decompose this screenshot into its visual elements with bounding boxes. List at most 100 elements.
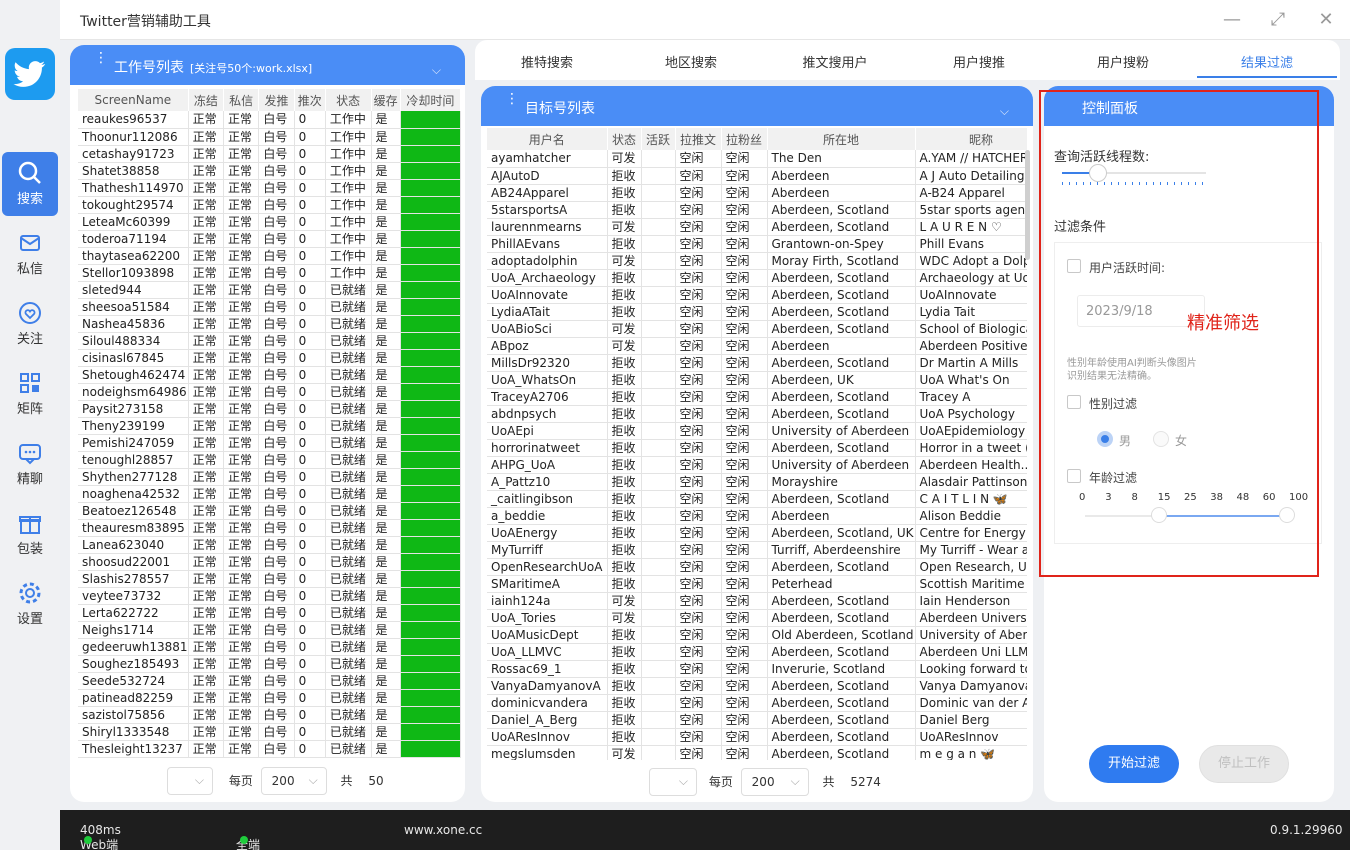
site-link[interactable]: www.xone.cc	[404, 823, 482, 837]
scrollbar-thumb[interactable]	[1025, 150, 1030, 260]
column-header[interactable]: 推次	[294, 89, 326, 111]
table-row[interactable]: Lerta622722 正常 正常 白号 0 已就绪是	[78, 604, 461, 622]
table-row[interactable]: Stellor1093898 正常 正常 白号 0 工作中是	[78, 264, 461, 282]
chevron-down-icon[interactable]: ⌵	[1000, 104, 1009, 119]
table-row[interactable]: Shiryl1333548 正常 正常 白号 0 已就绪是	[78, 723, 461, 741]
nav-search[interactable]: 搜索	[2, 152, 58, 216]
column-header[interactable]: 冻结	[188, 89, 225, 111]
tab-1[interactable]: 推特搜索	[477, 52, 617, 71]
table-row[interactable]: Slashis278557 正常 正常 白号 0 已就绪是	[78, 570, 461, 588]
table-row[interactable]: UoA_Tories 可发 空闲 空闲 Aberdeen, Scotland Aberde…	[487, 609, 1027, 627]
stop-work-button[interactable]: 停止工作	[1199, 745, 1289, 783]
column-header[interactable]: 发推	[258, 89, 295, 111]
table-row[interactable]: veytee73732 正常 正常 白号 0 已就绪是	[78, 587, 461, 605]
per-page-select[interactable]: 200 ⌵	[740, 768, 809, 796]
table-row[interactable]: PhillAEvans 拒收 空闲 空闲 Grantown-on-Spey Phill E…	[487, 235, 1027, 253]
table-row[interactable]: sheesoa51584 正常 正常 白号 0 已就绪是	[78, 298, 461, 316]
tab-3[interactable]: 推文搜用户	[765, 52, 905, 71]
table-row[interactable]: LeteaMc60399 正常 正常 白号 0 工作中是	[78, 213, 461, 231]
table-row[interactable]: AJAutoD 拒收 空闲 空闲 Aberdeen A J Auto Detailing	[487, 167, 1027, 185]
table-row[interactable]: patinead82259 正常 正常 白号 0 已就绪是	[78, 689, 461, 707]
table-row[interactable]: UoA_Archaeology 拒收 空闲 空闲 Aberdeen, Scotland A…	[487, 269, 1027, 287]
drag-handle-icon[interactable]: ⋮	[505, 92, 519, 106]
table-row[interactable]: toderoa71194 正常 正常 白号 0 工作中是	[78, 230, 461, 248]
table-row[interactable]: Siloul488334 正常 正常 白号 0 已就绪是	[78, 332, 461, 350]
table-row[interactable]: megslumsden 可发 空闲 空闲 Aberdeen, Scotland m e g…	[487, 745, 1027, 760]
table-row[interactable]: nodeighsm64986 正常 正常 白号 0 已就绪是	[78, 383, 461, 401]
table-row[interactable]: 5starsportsA 拒收 空闲 空闲 Aberdeen, Scotland 5sta…	[487, 201, 1027, 219]
nav-matrix[interactable]: 矩阵	[2, 362, 58, 426]
table-row[interactable]: abdnpsych 拒收 空闲 空闲 Aberdeen, Scotland UoA Psy…	[487, 405, 1027, 423]
nav-package[interactable]: 包装	[2, 502, 58, 566]
table-row[interactable]: Rossac69_1 拒收 空闲 空闲 Inverurie, Scotland Looki…	[487, 660, 1027, 678]
table-row[interactable]: Soughez185493 正常 正常 白号 0 已就绪是	[78, 655, 461, 673]
table-row[interactable]: Nashea45836 正常 正常 白号 0 已就绪是	[78, 315, 461, 333]
column-header[interactable]: 活跃	[641, 128, 676, 150]
table-row[interactable]: tokought29574 正常 正常 白号 0 工作中是	[78, 196, 461, 214]
table-row[interactable]: SMaritimeA 拒收 空闲 空闲 Peterhead Scottish Mariti…	[487, 575, 1027, 593]
table-row[interactable]: UoAEpi 拒收 空闲 空闲 University of Aberdeen UoAEpi…	[487, 422, 1027, 440]
table-row[interactable]: Shythen277128 正常 正常 白号 0 已就绪是	[78, 468, 461, 486]
table-row[interactable]: Shetough462474 正常 正常 白号 0 已就绪是	[78, 366, 461, 384]
table-row[interactable]: ayamhatcher 可发 空闲 空闲 The Den A.YAM // HATCHER	[487, 150, 1027, 168]
table-row[interactable]: UoABioSci 可发 空闲 空闲 Aberdeen, Scotland School …	[487, 320, 1027, 338]
column-header[interactable]: 所在地	[767, 128, 916, 150]
table-row[interactable]: Lanea623040 正常 正常 白号 0 已就绪是	[78, 536, 461, 554]
table-row[interactable]: noaghena42532 正常 正常 白号 0 已就绪是	[78, 485, 461, 503]
nav-chat[interactable]: 精聊	[2, 432, 58, 496]
table-row[interactable]: VanyaDamyanovA 拒收 空闲 空闲 Aberdeen, Scotland Va…	[487, 677, 1027, 695]
table-row[interactable]: Thoonur112086 正常 正常 白号 0 工作中是	[78, 128, 461, 146]
table-row[interactable]: Shatet38858 正常 正常 白号 0 工作中是	[78, 162, 461, 180]
page-select[interactable]: ⌵	[649, 768, 697, 796]
per-page-select[interactable]: 200 ⌵	[260, 767, 327, 795]
table-row[interactable]: Seede532724 正常 正常 白号 0 已就绪是	[78, 672, 461, 690]
table-row[interactable]: Thathesh114970 正常 正常 白号 0 工作中是	[78, 179, 461, 197]
maximize-icon[interactable]: ⤢	[1266, 8, 1290, 32]
column-header[interactable]: 拉粉丝	[721, 128, 768, 150]
column-header[interactable]: 昵称	[915, 128, 1027, 150]
table-row[interactable]: sleted944 正常 正常 白号 0 已就绪是	[78, 281, 461, 299]
table-row[interactable]: MyTurriff 拒收 空闲 空闲 Turriff, Aberdeenshire My …	[487, 541, 1027, 559]
table-row[interactable]: shoosud22001 正常 正常 白号 0 已就绪是	[78, 553, 461, 571]
column-header[interactable]: 状态	[325, 89, 372, 111]
column-header[interactable]: 冷却时间	[400, 89, 461, 111]
table-row[interactable]: thaytasea62200 正常 正常 白号 0 工作中是	[78, 247, 461, 265]
table-row[interactable]: reaukes96537 正常 正常 白号 0 工作中是	[78, 111, 461, 129]
table-row[interactable]: theauresm83895 正常 正常 白号 0 已就绪是	[78, 519, 461, 537]
table-row[interactable]: AHPG_UoA 拒收 空闲 空闲 University of Aberdeen Aber…	[487, 456, 1027, 474]
chevron-down-icon[interactable]: ⌵	[432, 63, 441, 78]
table-row[interactable]: A_Pattz10 拒收 空闲 空闲 Morayshire Alasdair Pattin…	[487, 473, 1027, 491]
table-row[interactable]: TraceyA2706 拒收 空闲 空闲 Aberdeen, Scotland Trace…	[487, 388, 1027, 406]
tab-5[interactable]: 用户搜粉	[1053, 52, 1193, 71]
table-row[interactable]: dominicvandera 拒收 空闲 空闲 Aberdeen, Scotland Do…	[487, 694, 1027, 712]
nav-message[interactable]: 私信	[2, 222, 58, 286]
close-icon[interactable]: ✕	[1314, 8, 1338, 32]
minimize-icon[interactable]: —	[1220, 8, 1244, 32]
table-row[interactable]: Daniel_A_Berg 拒收 空闲 空闲 Aberdeen, Scotland Dan…	[487, 711, 1027, 729]
table-row[interactable]: sazistol75856 正常 正常 白号 0 已就绪是	[78, 706, 461, 724]
table-row[interactable]: Neighs1714 正常 正常 白号 0 已就绪是	[78, 621, 461, 639]
table-row[interactable]: tenoughl28857 正常 正常 白号 0 已就绪是	[78, 451, 461, 469]
table-row[interactable]: gedeeruwh13881 正常 正常 白号 0 已就绪是	[78, 638, 461, 656]
column-header[interactable]: 拉推文	[675, 128, 722, 150]
table-row[interactable]: cisinasl67845 正常 正常 白号 0 已就绪是	[78, 349, 461, 367]
table-row[interactable]: laurennmearns 可发 空闲 空闲 Aberdeen, Scotland L A…	[487, 218, 1027, 236]
tab-4[interactable]: 用户搜推	[909, 52, 1049, 71]
table-row[interactable]: cetashay91723 正常 正常 白号 0 工作中是	[78, 145, 461, 163]
table-row[interactable]: Pemishi247059 正常 正常 白号 0 已就绪是	[78, 434, 461, 452]
table-row[interactable]: Theny239199 正常 正常 白号 0 已就绪是	[78, 417, 461, 435]
table-row[interactable]: iainh124a 可发 空闲 空闲 Aberdeen, Scotland Iain He…	[487, 592, 1027, 610]
table-row[interactable]: MillsDr92320 拒收 空闲 空闲 Aberdeen, Scotland Dr M…	[487, 354, 1027, 372]
table-row[interactable]: UoA_LLMVC 拒收 空闲 空闲 Aberdeen, Scotland Aberdee…	[487, 643, 1027, 661]
table-row[interactable]: Thesleight13237 正常 正常 白号 0 已就绪是	[78, 740, 461, 758]
table-row[interactable]: a_beddie 拒收 空闲 空闲 Aberdeen Alison Beddie	[487, 507, 1027, 525]
table-row[interactable]: AB24Apparel 拒收 空闲 空闲 Aberdeen A-B24 Apparel	[487, 184, 1027, 202]
nav-follow[interactable]: 关注	[2, 292, 58, 356]
drag-handle-icon[interactable]: ⋮	[94, 51, 108, 65]
column-header[interactable]: 私信	[223, 89, 260, 111]
table-row[interactable]: Paysit273158 正常 正常 白号 0 已就绪是	[78, 400, 461, 418]
tab-6[interactable]: 结果过滤	[1197, 52, 1337, 71]
table-row[interactable]: UoAResInnov 拒收 空闲 空闲 Aberdeen, Scotland UoARe…	[487, 728, 1027, 746]
nav-settings[interactable]: 设置	[2, 572, 58, 636]
table-row[interactable]: horrorinatweet 拒收 空闲 空闲 Aberdeen, Scotland Ho…	[487, 439, 1027, 457]
